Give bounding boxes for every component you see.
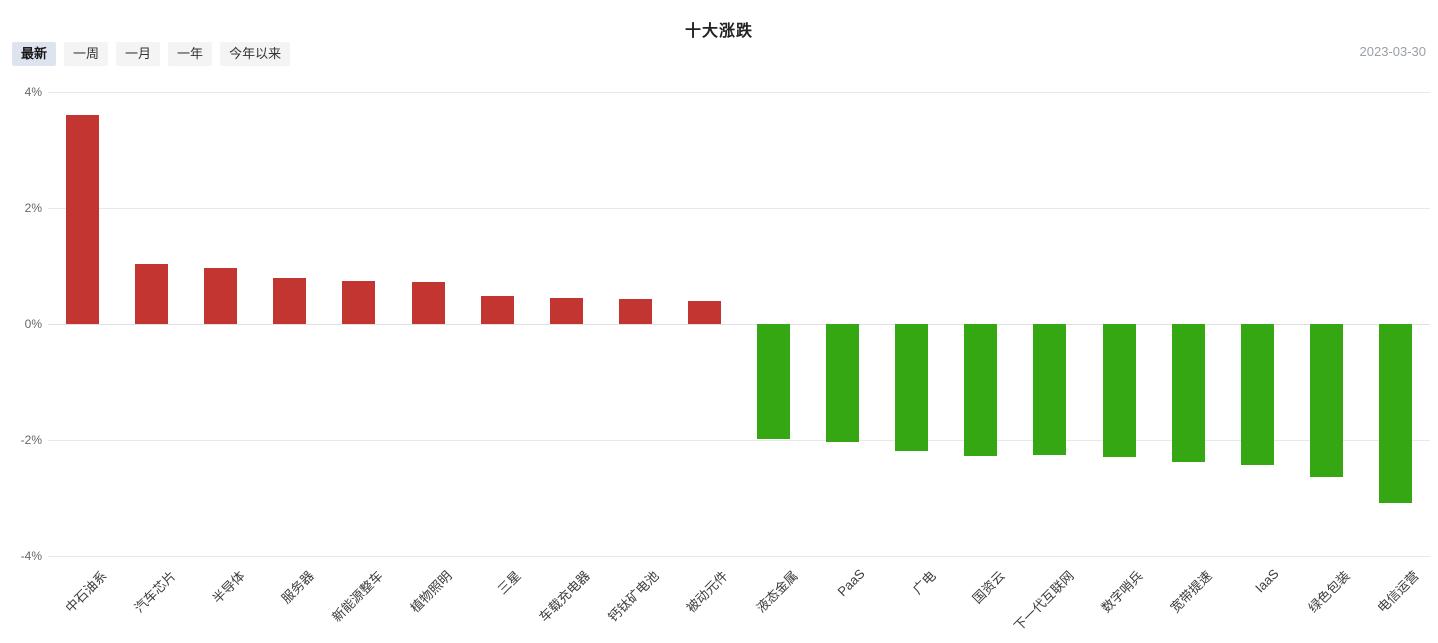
y-axis-tick-label: 4% [24, 85, 42, 99]
bar-chart: 4% 2% 0% -2% -4% 中石油系 汽车芯片 半导体 服务器 新能源整车 植物照明 三星 车载… [0, 0, 1438, 643]
chart-page: 十大涨跌 最新 一周 一月 一年 今年以来 2023-03-30 4% 2% 0% -2% -4… [0, 0, 1438, 643]
y-axis-tick-label: -2% [20, 433, 42, 447]
y-axis-tick-label: 2% [24, 201, 42, 215]
x-axis: 中石油系 汽车芯片 半导体 服务器 新能源整车 植物照明 三星 车载充电器 钙钛矿电池 被动元件液… [48, 0, 1430, 643]
y-axis-tick-label: -4% [20, 549, 42, 563]
y-axis-tick-label: 0% [24, 317, 42, 331]
